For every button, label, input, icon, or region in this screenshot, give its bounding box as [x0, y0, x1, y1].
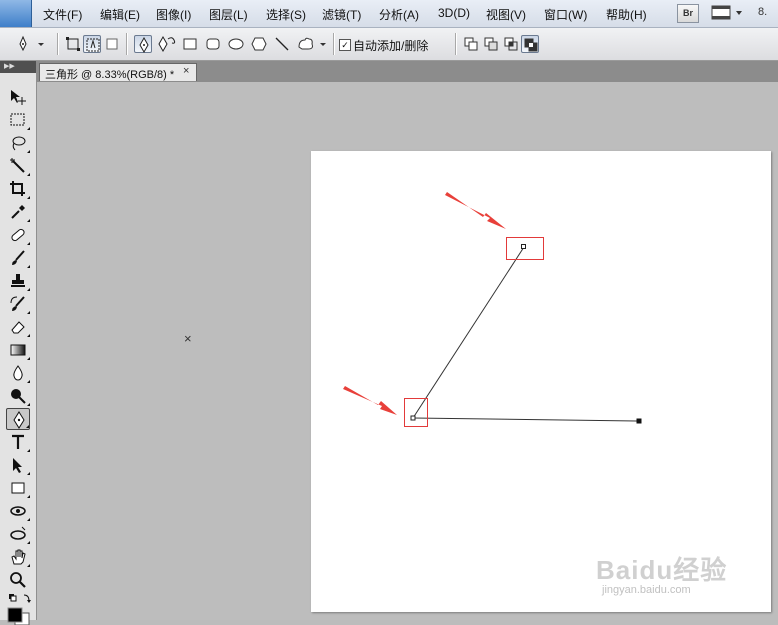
anchor-point-active[interactable]: [636, 418, 642, 424]
watermark-logo: Baidu经验: [596, 555, 728, 585]
path-overlay: [343, 192, 642, 427]
path-segment-2: [412, 417, 640, 422]
path-segment-1: [412, 246, 525, 419]
anchor-point-bottom-left[interactable]: [410, 415, 416, 421]
red-arrow-bottom-icon: [343, 386, 397, 415]
red-arrow-top-icon: [445, 192, 506, 229]
anchor-point-top[interactable]: [521, 244, 526, 249]
watermark-url: jingyan.baidu.com: [602, 584, 691, 596]
